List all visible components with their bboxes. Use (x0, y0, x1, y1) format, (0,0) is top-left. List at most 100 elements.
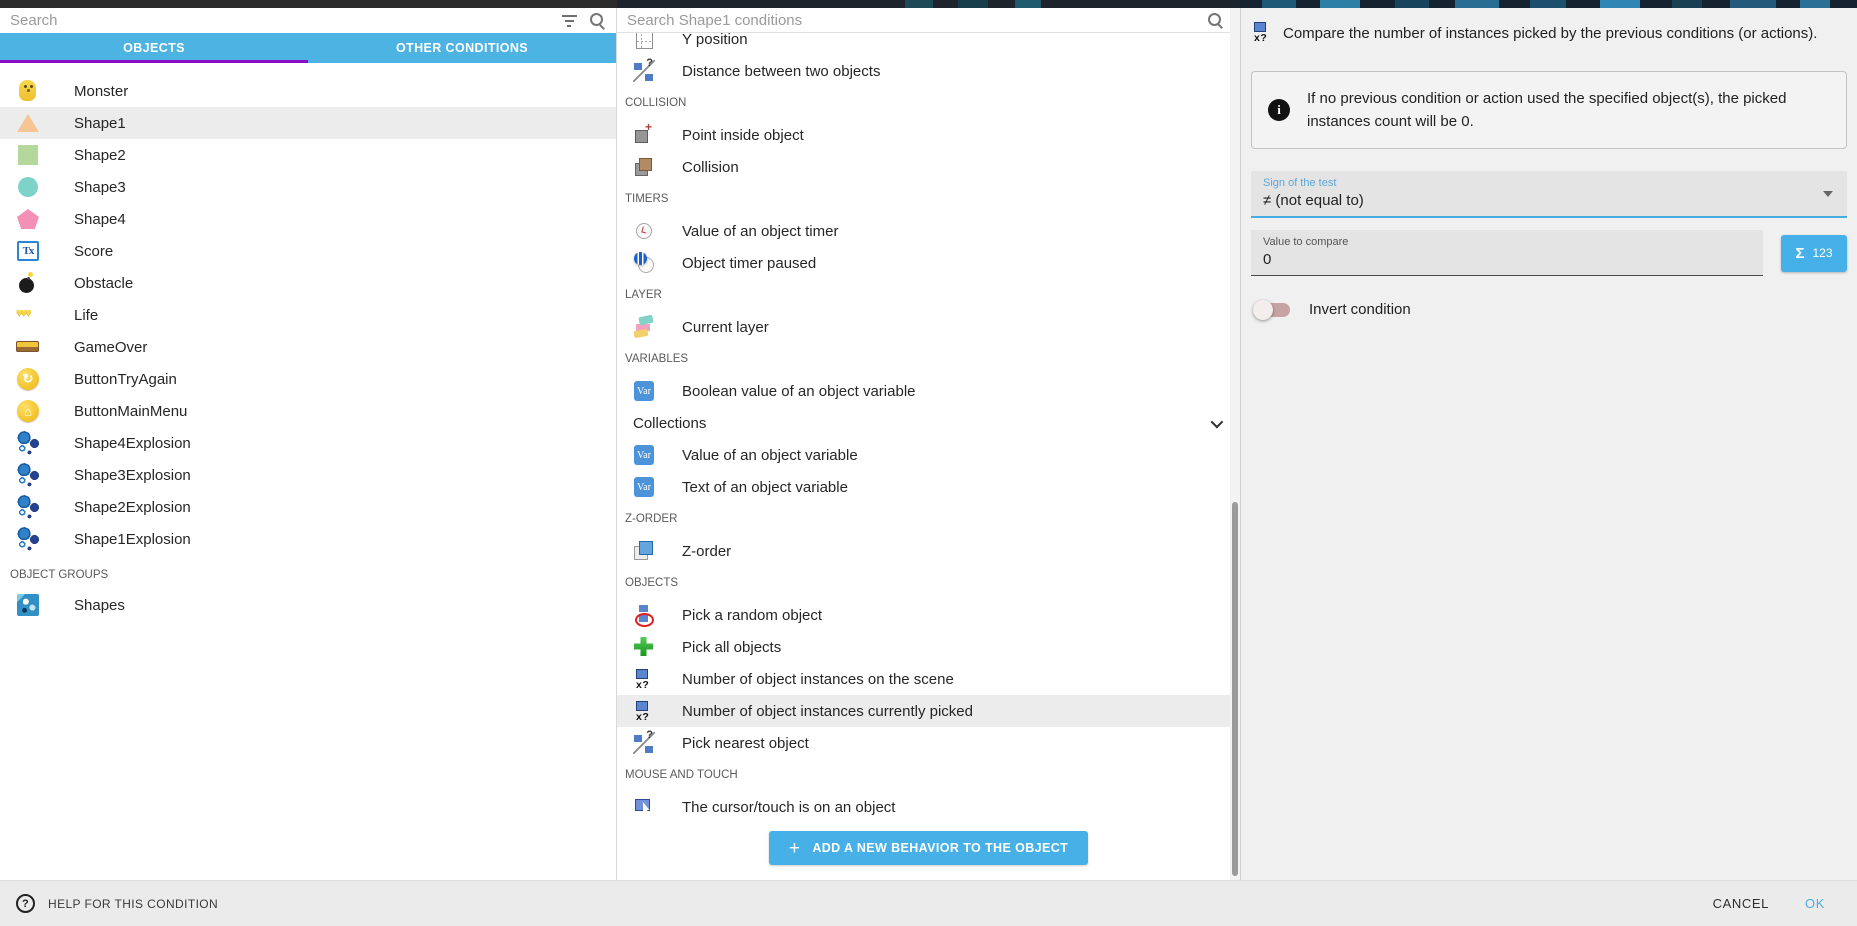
object-list-item[interactable]: Score (0, 235, 616, 267)
objects-search-bar (0, 8, 616, 33)
object-list-item[interactable]: Shape2Explosion (0, 491, 616, 523)
dialog-footer: HELP FOR THIS CONDITION CANCEL OK (0, 880, 1857, 926)
filter-icon[interactable] (561, 15, 577, 27)
scrollbar[interactable] (1230, 8, 1240, 880)
object-list-item[interactable]: Shape3 (0, 171, 616, 203)
condition-item[interactable]: Value of an object timer (617, 215, 1240, 247)
z-order-icon (633, 540, 655, 562)
dropdown-arrow-icon (1823, 191, 1833, 197)
tryagain-icon (16, 367, 40, 391)
condition-item[interactable]: MOUSE AND TOUCH (617, 759, 1240, 791)
object-list-item[interactable]: Shape2 (0, 139, 616, 171)
tab-objects[interactable]: OBJECTS (0, 33, 308, 63)
value-to-compare-field[interactable]: Value to compare 0 (1251, 230, 1763, 276)
collision-icon (633, 156, 655, 178)
triangle-icon (16, 111, 40, 135)
count-icon (633, 700, 655, 722)
var-icon (633, 380, 655, 402)
conditions-list: Y position Distance between two objects … (617, 23, 1240, 823)
condition-item[interactable]: Number of object instances currently pic… (617, 695, 1240, 727)
condition-item[interactable]: Boolean value of an object variable (617, 375, 1240, 407)
scrollbar-thumb[interactable] (1232, 502, 1238, 876)
point-inside-icon (633, 124, 655, 146)
condition-item[interactable]: Z-ORDER (617, 503, 1240, 535)
background-app-toolbar (0, 0, 1857, 8)
mainmenu-icon (16, 399, 40, 423)
condition-item[interactable]: Distance between two objects (617, 55, 1240, 87)
condition-item[interactable]: COLLISION (617, 87, 1240, 119)
object-list-item[interactable]: Life (0, 299, 616, 331)
condition-item[interactable]: Z-order (617, 535, 1240, 567)
condition-item[interactable]: OBJECTS (617, 567, 1240, 599)
pick-nearest-icon (633, 732, 655, 754)
object-groups-header: OBJECT GROUPS (0, 563, 616, 587)
condition-item[interactable]: VARIABLES (617, 343, 1240, 375)
condition-item[interactable]: Point inside object (617, 119, 1240, 151)
tab-other-conditions[interactable]: OTHER CONDITIONS (308, 33, 616, 63)
instances-count-icon (1251, 21, 1273, 43)
condition-item[interactable]: Object timer paused (617, 247, 1240, 279)
layer-icon (633, 316, 655, 338)
object-list-item[interactable]: Monster (0, 75, 616, 107)
object-groups-list: Shapes (0, 587, 616, 621)
info-icon (1268, 99, 1290, 121)
conditions-search-bar (617, 8, 1240, 33)
condition-item[interactable]: Current layer (617, 311, 1240, 343)
conditions-search-input[interactable] (627, 12, 1195, 29)
value-to-compare-label: Value to compare (1263, 236, 1751, 248)
value-to-compare-row: Value to compare 0 123 (1251, 230, 1847, 276)
condition-item[interactable]: Pick a random object (617, 599, 1240, 631)
timer-paused-icon (633, 252, 655, 274)
sign-of-test-select[interactable]: Sign of the test ≠ (not equal to) (1251, 171, 1847, 218)
object-list-item[interactable]: Shape3Explosion (0, 459, 616, 491)
info-text: If no previous condition or action used … (1307, 87, 1812, 134)
objects-search-input[interactable] (10, 12, 549, 29)
condition-item[interactable]: Value of an object variable (617, 439, 1240, 471)
add-behavior-button[interactable]: ADD A NEW BEHAVIOR TO THE OBJECT (769, 831, 1088, 865)
value-to-compare-value: 0 (1263, 251, 1751, 268)
explosion-icon (16, 495, 40, 519)
conditions-panel: Y position Distance between two objects … (617, 8, 1240, 880)
condition-settings-panel: Compare the number of instances picked b… (1240, 8, 1857, 880)
square-icon (16, 143, 40, 167)
pentagon-icon (16, 207, 40, 231)
ok-button[interactable]: OK (1805, 896, 1825, 911)
expression-editor-button[interactable]: 123 (1781, 235, 1847, 272)
condition-item[interactable]: Collections (617, 407, 1240, 439)
object-list-item[interactable]: Shape1 (0, 107, 616, 139)
condition-item[interactable]: Number of object instances on the scene (617, 663, 1240, 695)
object-list-item[interactable]: Obstacle (0, 267, 616, 299)
panel-tabs: OBJECTS OTHER CONDITIONS (0, 33, 616, 63)
hearts-icon (16, 303, 40, 327)
search-icon (589, 12, 606, 29)
condition-description: Compare the number of instances picked b… (1283, 21, 1817, 45)
condition-item[interactable]: LAYER (617, 279, 1240, 311)
object-list: Monster Shape1 Shape2 Shape3 Shape4 Scor… (0, 63, 616, 555)
condition-item[interactable]: Pick nearest object (617, 727, 1240, 759)
search-icon (1207, 12, 1224, 29)
pick-all-icon (633, 636, 655, 658)
object-list-item[interactable]: ButtonTryAgain (0, 363, 616, 395)
condition-item[interactable]: The cursor/touch is on an object (617, 791, 1240, 823)
object-list-item[interactable]: ButtonMainMenu (0, 395, 616, 427)
condition-item[interactable]: Pick all objects (617, 631, 1240, 663)
circle-icon (16, 175, 40, 199)
explosion-icon (16, 431, 40, 455)
object-list-item[interactable]: Shape1Explosion (0, 523, 616, 555)
object-list-item[interactable]: Shape4 (0, 203, 616, 235)
condition-item[interactable]: Collision (617, 151, 1240, 183)
invert-condition-toggle[interactable] (1256, 303, 1290, 317)
invert-condition-label: Invert condition (1309, 301, 1411, 318)
chevron-down-icon (1211, 415, 1224, 428)
text-icon (16, 239, 40, 263)
help-button[interactable]: HELP FOR THIS CONDITION (0, 894, 218, 913)
explosion-icon (16, 463, 40, 487)
condition-item[interactable]: TIMERS (617, 183, 1240, 215)
object-list-item[interactable]: Shape4Explosion (0, 427, 616, 459)
monster-icon (16, 79, 40, 103)
cancel-button[interactable]: CANCEL (1713, 896, 1769, 911)
condition-item[interactable]: Text of an object variable (617, 471, 1240, 503)
object-list-item[interactable]: GameOver (0, 331, 616, 363)
bomb-icon (16, 271, 40, 295)
object-group-item[interactable]: Shapes (0, 589, 616, 621)
